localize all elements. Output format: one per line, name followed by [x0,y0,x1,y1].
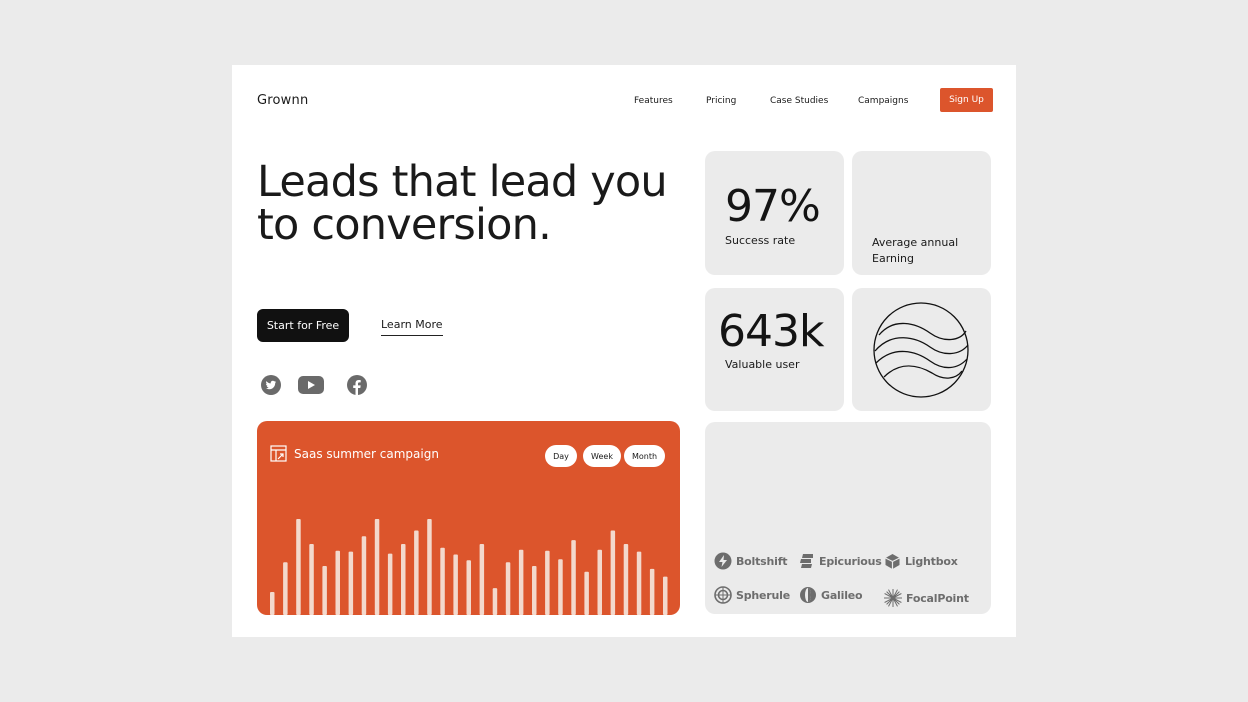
campaign-bar [453,554,458,615]
sphere-icon [714,586,732,604]
campaign-bar [571,540,576,615]
campaign-bar [401,544,406,615]
partner-spherule-label: Spherule [736,588,790,602]
landing-page: Grownn Features Pricing Case Studies Cam… [232,65,1016,637]
annual-earning-card: Average annual Earning [852,151,991,275]
campaign-bar [558,559,563,615]
campaign-bar [584,571,589,615]
campaign-bar [518,549,524,615]
campaign-bar-chart [270,519,668,615]
partner-spherule: Spherule [714,586,790,604]
partner-galileo-label: Galileo [821,588,863,602]
partner-focalpoint-label: FocalPoint [906,591,969,605]
success-rate-value: 97% [725,181,821,232]
annual-earning-label-line-1: Average annual [872,236,959,249]
sign-up-button[interactable]: Sign Up [940,88,993,112]
campaign-bar [270,592,275,615]
campaign-bar [440,547,445,615]
twitter-icon[interactable] [258,374,284,396]
partner-lightbox: Lightbox [884,553,958,570]
campaign-bar [597,549,602,615]
wave-globe-icon [873,302,969,398]
partner-lightbox-label: Lightbox [905,555,958,568]
campaign-bar [663,576,668,615]
campaign-bar [466,560,471,615]
globe-card [852,288,991,411]
stripes-icon [800,554,813,568]
valuable-users-label: Valuable user [725,358,800,371]
campaign-bar [348,551,354,615]
campaign-bar [479,544,485,615]
partners-card: Boltshift Epicurious Lightbox Spherule G… [705,422,991,614]
campaign-bar [361,536,367,615]
nav-campaigns[interactable]: Campaigns [858,96,908,106]
partner-epicurious-label: Epicurious [819,554,882,568]
facebook-icon[interactable] [344,374,370,396]
campaign-bar [505,562,511,615]
annual-earning-label-line-2: Earning [872,252,915,265]
learn-more-link[interactable]: Learn More [381,318,443,336]
headline-line-1: Leads that lead you [257,157,668,207]
campaign-bar [309,544,314,615]
campaign-bar [636,551,642,615]
half-moon-icon [800,587,816,603]
campaign-bar [387,553,393,615]
cube-icon [885,554,900,569]
campaign-bar [335,550,340,615]
campaign-bar [283,562,288,615]
campaign-bar [532,566,537,615]
campaign-bar [296,519,301,615]
nav-case-studies[interactable]: Case Studies [770,96,828,106]
campaign-bar [623,544,629,615]
success-rate-label: Success rate [725,234,796,247]
partner-epicurious: Epicurious [799,553,882,569]
nav-features[interactable]: Features [634,96,673,106]
partner-galileo: Galileo [799,586,863,604]
headline-line-2: to conversion. [257,200,552,250]
annual-earning-label: Average annual Earning [872,235,958,267]
start-for-free-button[interactable]: Start for Free [257,309,349,342]
nav-pricing[interactable]: Pricing [706,96,736,106]
youtube-icon[interactable] [298,374,324,396]
valuable-users-value: 643k [718,306,824,357]
bolt-icon [714,552,732,570]
campaign-bar [374,519,380,615]
campaign-bar [414,530,419,615]
starburst-icon [884,589,902,607]
hero-headline: Leads that lead you to conversion. [257,157,668,250]
campaign-bar [427,519,432,615]
campaign-bar [649,568,655,615]
partner-boltshift-label: Boltshift [736,554,788,568]
campaign-chart-card: Saas summer campaign Day Week Month [257,421,680,615]
campaign-bar [610,530,616,615]
brand-logo[interactable]: Grownn [257,93,308,108]
campaign-bar [322,566,327,615]
partner-focalpoint: FocalPoint [884,589,969,607]
success-rate-card: 97% Success rate [705,151,844,275]
valuable-users-card: 643k Valuable user [705,288,844,411]
partner-boltshift: Boltshift [714,552,788,570]
campaign-bar [492,588,498,615]
campaign-bar [545,550,550,615]
